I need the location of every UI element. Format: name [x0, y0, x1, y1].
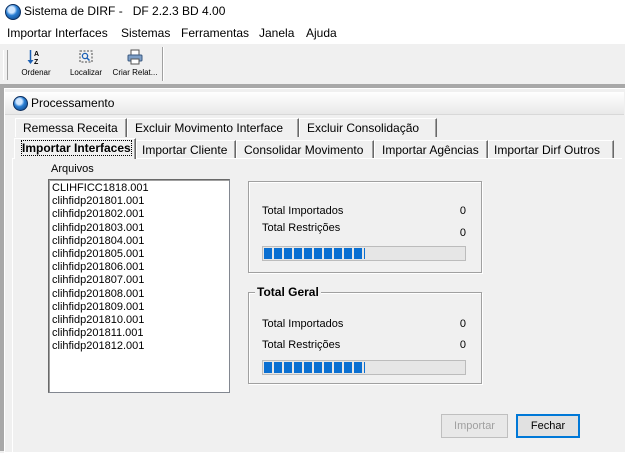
current-restrictions-value: 0 — [459, 227, 466, 239]
list-item[interactable]: clihfidp201811.001 — [52, 327, 229, 340]
current-imported-label: Total Importados — [262, 205, 344, 217]
tab-label: Consolidar Movimento — [244, 143, 364, 157]
svg-text:Z: Z — [34, 59, 39, 65]
list-item[interactable]: clihfidp201802.001 — [52, 208, 229, 221]
child-window-icon[interactable] — [13, 96, 28, 111]
tab-label: Importar Dirf Outros — [494, 143, 601, 157]
list-item[interactable]: clihfidp201808.001 — [52, 288, 229, 301]
tab-label: Importar Interfaces — [21, 140, 132, 156]
tab-importar-dirf-outros[interactable]: Importar Dirf Outros — [488, 140, 614, 159]
app-icon[interactable] — [5, 4, 21, 20]
current-imported-value: 0 — [459, 205, 466, 217]
toolbar-separator — [162, 47, 164, 81]
create-report-button[interactable]: Criar Relat... — [110, 47, 160, 81]
total-imported-label: Total Importados — [262, 318, 344, 330]
create-report-label: Criar Relat... — [112, 68, 158, 77]
close-button[interactable]: Fechar — [516, 414, 580, 438]
menu-importar-interfaces[interactable]: Importar Interfaces — [7, 26, 108, 40]
list-item[interactable]: clihfidp201801.001 — [52, 195, 229, 208]
total-progress-fill — [264, 362, 365, 373]
toolbar-grip[interactable] — [3, 50, 8, 80]
files-listbox[interactable]: CLIHFICC1818.001 clihfidp201801.001 clih… — [48, 179, 230, 393]
tab-consolidar-movimento[interactable]: Consolidar Movimento — [236, 140, 374, 159]
list-item[interactable]: CLIHFICC1818.001 — [52, 182, 229, 195]
tab-importar-interfaces[interactable]: Importar Interfaces — [14, 138, 136, 159]
window-title: Sistema de DIRF - DF 2.2.3 BD 4.00 — [24, 4, 226, 18]
list-item[interactable]: clihfidp201812.001 — [52, 340, 229, 353]
import-button[interactable]: Importar — [441, 414, 508, 438]
find-label: Localizar — [69, 68, 102, 77]
printer-icon — [127, 49, 143, 65]
tab-label: Importar Agências — [382, 143, 479, 157]
sort-button[interactable]: A Z Ordenar — [14, 47, 58, 81]
total-restrictions-label: Total Restrições — [262, 339, 341, 351]
list-item[interactable]: clihfidp201803.001 — [52, 222, 229, 235]
tab-importar-cliente[interactable]: Importar Cliente — [136, 140, 236, 159]
total-restrictions-value: 0 — [459, 339, 466, 351]
list-item[interactable]: clihfidp201806.001 — [52, 261, 229, 274]
child-window-title: Processamento — [31, 96, 115, 110]
list-item[interactable]: clihfidp201810.001 — [52, 314, 229, 327]
tab-label: Excluir Consolidação — [307, 121, 420, 135]
menu-ferramentas[interactable]: Ferramentas — [181, 26, 249, 40]
tab-importar-agencias[interactable]: Importar Agências — [374, 140, 488, 159]
find-icon — [79, 50, 93, 63]
tab-label: Excluir Movimento Interface — [135, 121, 284, 135]
list-item[interactable]: clihfidp201805.001 — [52, 248, 229, 261]
menu-bar: Importar Interfaces Sistemas Ferramentas… — [0, 24, 625, 44]
tab-label: Importar Cliente — [142, 143, 228, 157]
tab-excluir-movimento-interface[interactable]: Excluir Movimento Interface — [127, 118, 299, 137]
files-label: Arquivos — [51, 163, 94, 175]
total-progress-bar — [262, 360, 466, 375]
menu-janela[interactable]: Janela — [259, 26, 294, 40]
sort-az-icon: A Z — [27, 50, 39, 65]
total-group-title: Total Geral — [255, 285, 321, 299]
tab-label: Remessa Receita — [23, 121, 118, 135]
current-restrictions-label: Total Restrições — [262, 222, 341, 234]
svg-text:A: A — [34, 51, 39, 58]
toolbar: A Z Ordenar Localizar Criar Relat... — [0, 44, 625, 85]
total-imported-value: 0 — [459, 318, 466, 330]
list-item[interactable]: clihfidp201807.001 — [52, 274, 229, 287]
current-progress-fill — [264, 248, 365, 259]
sort-label: Ordenar — [21, 68, 51, 77]
menu-ajuda[interactable]: Ajuda — [306, 26, 337, 40]
tab-remessa-receita[interactable]: Remessa Receita — [15, 118, 127, 137]
list-item[interactable]: clihfidp201809.001 — [52, 301, 229, 314]
find-button[interactable]: Localizar — [66, 47, 106, 81]
list-item[interactable]: clihfidp201804.001 — [52, 235, 229, 248]
current-progress-bar — [262, 246, 466, 261]
tab-excluir-consolidacao[interactable]: Excluir Consolidação — [299, 118, 437, 137]
menu-sistemas[interactable]: Sistemas — [121, 26, 170, 40]
